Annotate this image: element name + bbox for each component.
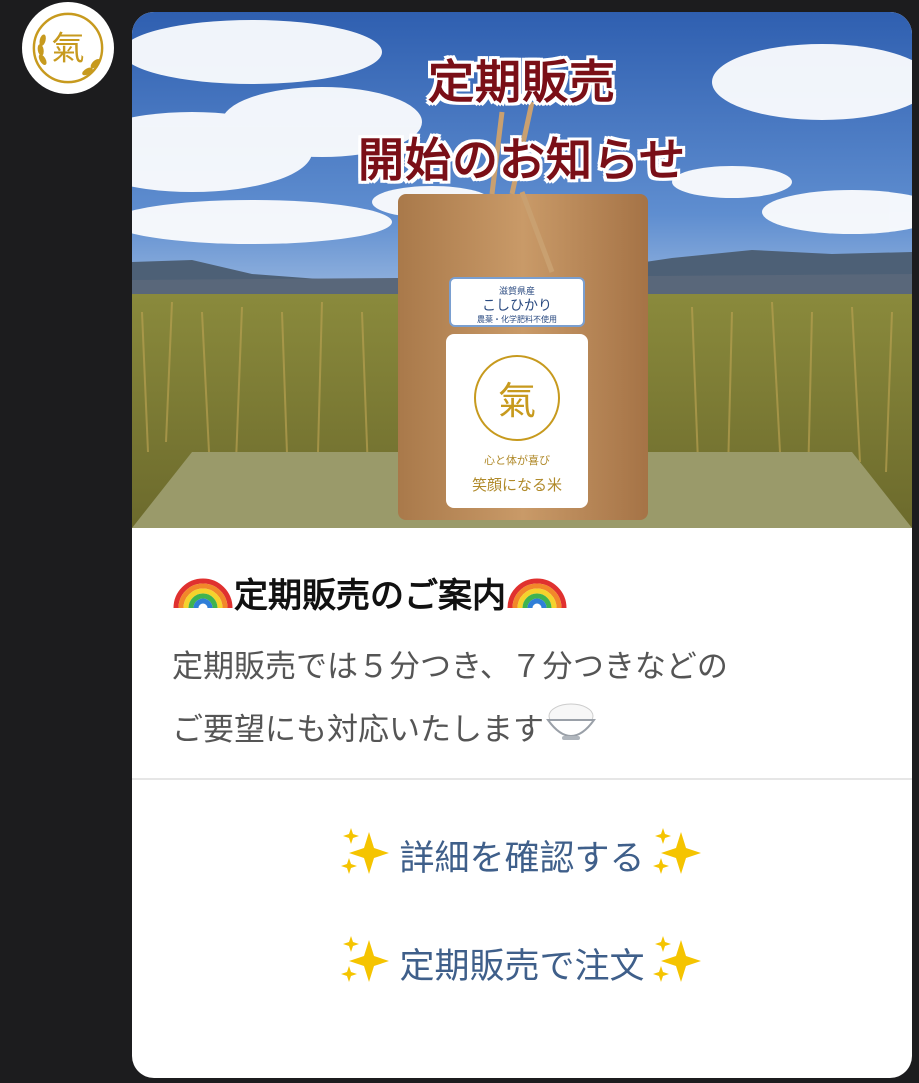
hero-title-line2: 開始のお知らせ (357, 133, 687, 187)
description-line2: ご要望にも対応いたします (172, 711, 544, 748)
message-heading: 定期販売のご案内 (172, 564, 872, 620)
subscribe-order-button[interactable]: 定期販売で注文 (132, 935, 912, 988)
avatar[interactable]: 氣 (22, 2, 114, 94)
rainbow-icon (172, 566, 234, 619)
message-card: 氣 滋賀県産 こしひかり 農薬・化学肥料不使用 心と体が喜び 笑顔になる米 定期… (132, 12, 912, 1078)
view-details-label: 詳細を確認する (399, 838, 645, 879)
svg-text:氣: 氣 (498, 379, 536, 423)
svg-text:農薬・化学肥料不使用: 農薬・化学肥料不使用 (477, 314, 557, 324)
sparkles-icon (339, 932, 393, 995)
sparkles-icon (651, 824, 705, 887)
subscribe-order-label: 定期販売で注文 (399, 946, 645, 987)
svg-text:滋賀県産: 滋賀県産 (499, 285, 535, 297)
svg-text:心と体が喜び: 心と体が喜び (484, 453, 550, 467)
svg-text:氣: 氣 (51, 29, 84, 68)
rice-ki-logo-icon: 氣 (32, 12, 104, 84)
message-body: 定期販売のご案内 定期販売では５分つき、７分つきなどの ご要望にも対応いたします (132, 528, 912, 778)
description-line1: 定期販売では５分つき、７分つきなどの (172, 649, 728, 685)
action-list: 詳細を確認する 定期販売で注文 (132, 780, 912, 1060)
svg-text:こしひかり: こしひかり (482, 298, 552, 314)
rice-bowl-icon (544, 696, 598, 763)
rainbow-icon (506, 566, 568, 619)
hero-title-line1: 定期販売 (428, 55, 616, 109)
hero-image[interactable]: 氣 滋賀県産 こしひかり 農薬・化学肥料不使用 心と体が喜び 笑顔になる米 定期… (132, 12, 912, 528)
sparkles-icon (651, 932, 705, 995)
message-description: 定期販売では５分つき、７分つきなどの ご要望にも対応いたします (172, 638, 872, 763)
view-details-button[interactable]: 詳細を確認する (132, 827, 912, 880)
sparkles-icon (339, 824, 393, 887)
message-heading-text: 定期販売のご案内 (234, 575, 506, 616)
svg-text:笑顔になる米: 笑顔になる米 (472, 476, 562, 494)
